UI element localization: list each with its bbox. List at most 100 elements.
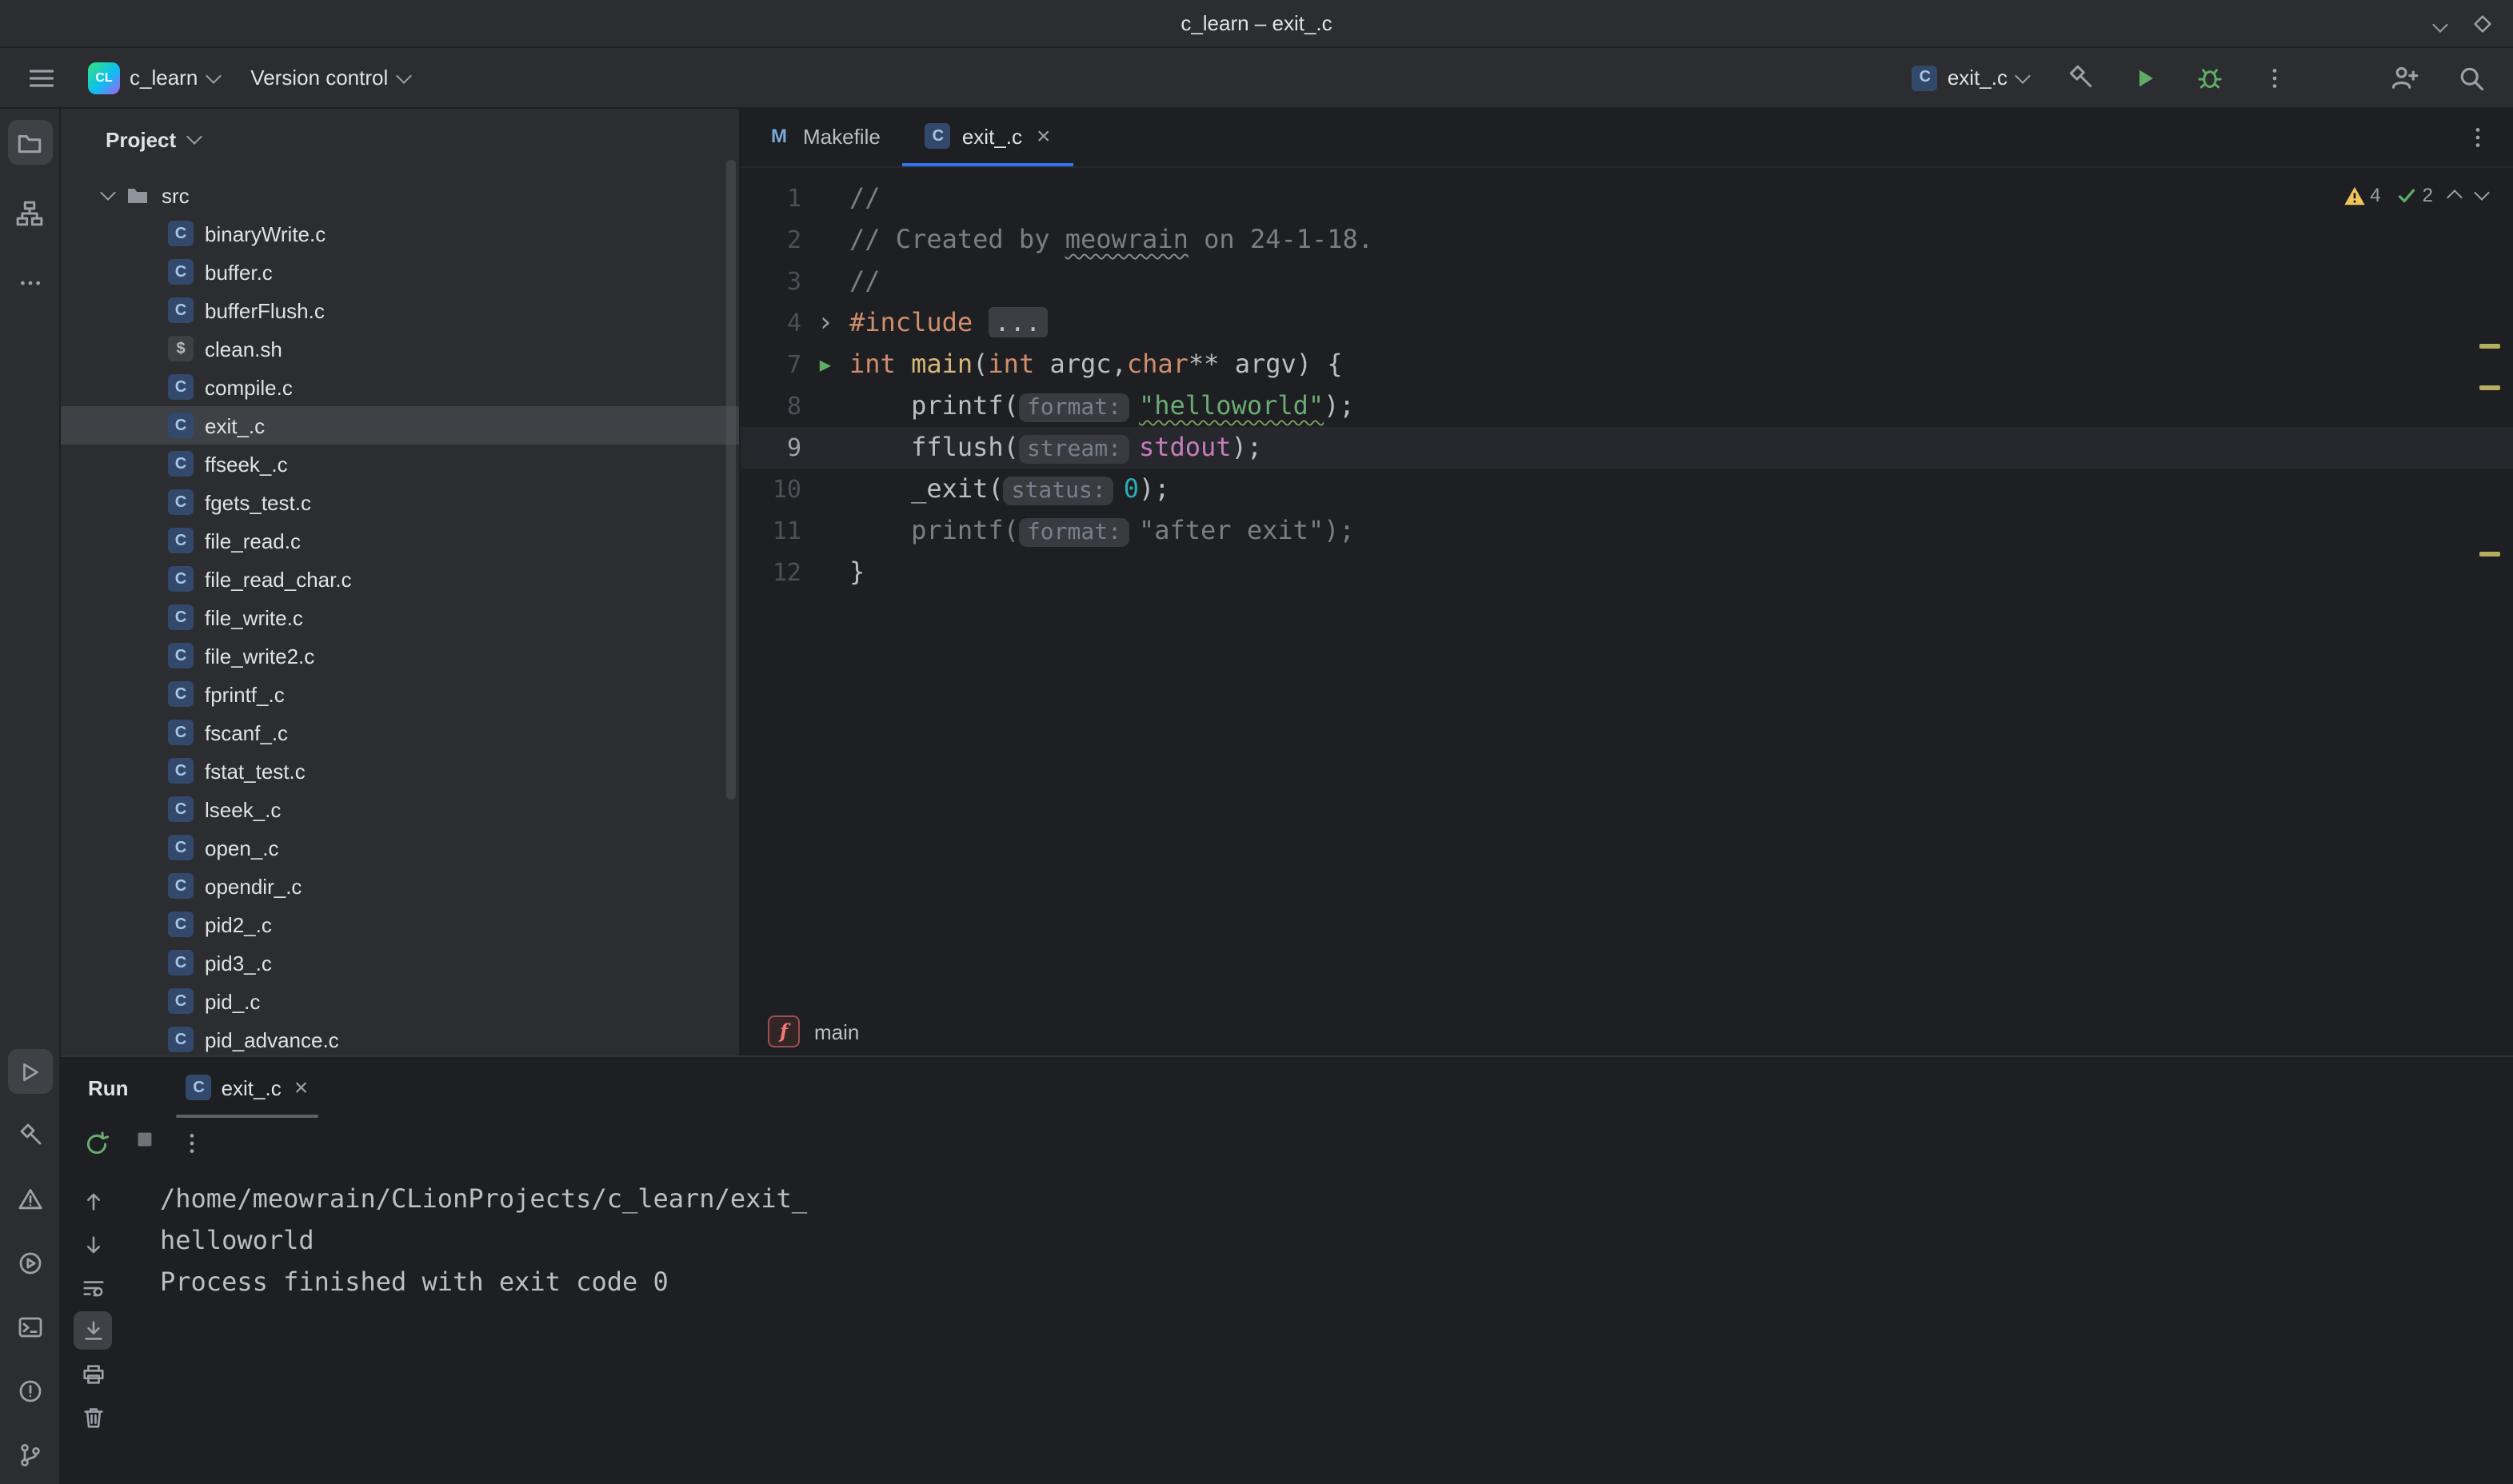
tab-makefile[interactable]: M Makefile: [744, 109, 903, 166]
tree-item-fprintf_.c[interactable]: Cfprintf_.c: [61, 675, 739, 713]
line-number[interactable]: 2: [741, 219, 801, 261]
debug-button[interactable]: [2188, 58, 2231, 98]
tree-item-compile.c[interactable]: Ccompile.c: [61, 368, 739, 406]
code-line-1[interactable]: 1//: [741, 178, 2513, 219]
line-number[interactable]: 7: [741, 344, 801, 385]
tree-item-exit_.c[interactable]: Cexit_.c: [61, 406, 739, 445]
tree-item-pid2_.c[interactable]: Cpid2_.c: [61, 905, 739, 943]
tree-item-fgets_test.c[interactable]: Cfgets_test.c: [61, 483, 739, 521]
run-button[interactable]: [2124, 58, 2166, 97]
version-control-toolwindow-button[interactable]: [7, 1433, 52, 1478]
notifications-toolwindow-button[interactable]: [7, 1369, 52, 1414]
warning-stripe-mark[interactable]: [2479, 344, 2500, 349]
window-diamond-icon[interactable]: [2471, 12, 2494, 34]
line-number[interactable]: 3: [741, 261, 801, 302]
line-number[interactable]: 12: [741, 552, 801, 593]
tree-item-fstat_test.c[interactable]: Cfstat_test.c: [61, 752, 739, 790]
editor-tabbar: M Makefile C exit_.c ×: [741, 109, 2513, 168]
tree-item-file_read.c[interactable]: Cfile_read.c: [61, 521, 739, 560]
project-scrollbar[interactable]: [726, 160, 736, 800]
tree-item-pid_.c[interactable]: Cpid_.c: [61, 982, 739, 1020]
tab-options-button[interactable]: [2465, 109, 2513, 166]
line-number[interactable]: 8: [741, 385, 801, 427]
code-line-8[interactable]: 8 printf(format:"helloworld");: [741, 385, 2513, 427]
structure-toolwindow-button[interactable]: [7, 190, 52, 235]
soft-wrap-button[interactable]: [74, 1268, 112, 1306]
code-line-7[interactable]: 7▶int main(int argc,char** argv) {: [741, 344, 2513, 385]
project-tree: src CbinaryWrite.cCbuffer.cCbufferFlush.…: [61, 170, 739, 1055]
line-number[interactable]: 1: [741, 178, 801, 219]
close-tab-icon[interactable]: ×: [1037, 124, 1051, 148]
line-number[interactable]: 9: [741, 427, 801, 469]
previous-issue-icon[interactable]: [2447, 189, 2463, 205]
main-menu-button[interactable]: [19, 57, 64, 98]
tree-item-fscanf_.c[interactable]: Cfscanf_.c: [61, 713, 739, 752]
terminal-toolwindow-button[interactable]: [7, 1305, 52, 1350]
rerun-button[interactable]: [83, 1130, 110, 1157]
project-panel-header[interactable]: Project: [61, 109, 739, 170]
code-line-3[interactable]: 3//: [741, 261, 2513, 302]
code-with-me-button[interactable]: [2382, 57, 2427, 98]
run-more-options-button[interactable]: [179, 1131, 205, 1156]
tree-item-src[interactable]: src: [61, 176, 739, 214]
inspection-warnings[interactable]: 4: [2343, 184, 2380, 206]
more-actions-button[interactable]: [2254, 58, 2295, 97]
tree-item-file_write2.c[interactable]: Cfile_write2.c: [61, 636, 739, 675]
tree-item-buffer.c[interactable]: Cbuffer.c: [61, 253, 739, 291]
warning-count: 4: [2370, 184, 2380, 206]
expand-chevron-icon[interactable]: [100, 185, 116, 201]
scroll-down-button[interactable]: [74, 1225, 112, 1263]
tree-item-file_write.c[interactable]: Cfile_write.c: [61, 598, 739, 636]
tree-item-ffseek_.c[interactable]: Cffseek_.c: [61, 445, 739, 483]
window-chevron-icon[interactable]: [2435, 9, 2446, 38]
line-number[interactable]: 10: [741, 469, 801, 510]
code-line-4[interactable]: 4›#include ...: [741, 302, 2513, 344]
tab-exit-c[interactable]: C exit_.c ×: [903, 109, 1073, 166]
tree-item-pid3_.c[interactable]: Cpid3_.c: [61, 943, 739, 982]
tree-item-pid_advance.c[interactable]: Cpid_advance.c: [61, 1020, 739, 1055]
print-button[interactable]: [74, 1354, 112, 1393]
project-toolwindow-button[interactable]: [7, 120, 52, 165]
breadcrumb[interactable]: main: [814, 1019, 859, 1043]
project-widget-button[interactable]: CL c_learn: [80, 55, 226, 100]
tree-item-binaryWrite.c[interactable]: CbinaryWrite.c: [61, 214, 739, 253]
code-line-2[interactable]: 2// Created by meowrain on 24-1-18.: [741, 219, 2513, 261]
code-editor[interactable]: 1//2// Created by meowrain on 24-1-18.3/…: [741, 168, 2513, 1007]
more-toolwindows-button[interactable]: [7, 261, 52, 305]
code-line-10[interactable]: 10 _exit(status:0);: [741, 469, 2513, 510]
code-line-12[interactable]: 12}: [741, 552, 2513, 593]
scroll-to-end-button[interactable]: [74, 1311, 112, 1350]
tree-item-clean.sh[interactable]: $clean.sh: [61, 329, 739, 368]
scroll-up-button[interactable]: [74, 1182, 112, 1220]
services-toolwindow-button[interactable]: [7, 1241, 52, 1286]
tree-item-bufferFlush.c[interactable]: CbufferFlush.c: [61, 291, 739, 329]
tree-item-file_read_char.c[interactable]: Cfile_read_char.c: [61, 560, 739, 598]
fold-chevron-icon[interactable]: ›: [801, 302, 849, 344]
run-configuration-selector[interactable]: C exit_.c: [1904, 58, 2036, 97]
tree-item-lseek_.c[interactable]: Clseek_.c: [61, 790, 739, 828]
warning-stripe-mark[interactable]: [2479, 385, 2500, 390]
build-button[interactable]: [2059, 58, 2102, 98]
code-line-11[interactable]: 11 printf(format:"after exit");: [741, 510, 2513, 552]
line-number[interactable]: 11: [741, 510, 801, 552]
problems-toolwindow-button[interactable]: [7, 1177, 52, 1222]
vcs-widget-button[interactable]: Version control: [242, 59, 417, 96]
clear-console-button[interactable]: [74, 1398, 112, 1436]
code-line-9[interactable]: 9 fflush(stream:stdout);: [741, 427, 2513, 469]
inspection-passed[interactable]: 2: [2397, 184, 2433, 206]
line-number[interactable]: 4: [741, 302, 801, 344]
close-tab-icon[interactable]: ×: [294, 1075, 309, 1099]
warning-stripe-mark[interactable]: [2479, 552, 2500, 556]
inspections-widget[interactable]: 4 2: [2343, 184, 2487, 206]
tree-item-open_.c[interactable]: Copen_.c: [61, 828, 739, 867]
next-issue-icon[interactable]: [2474, 185, 2490, 201]
run-gutter-icon[interactable]: ▶: [801, 344, 849, 385]
run-toolwindow-button[interactable]: [7, 1049, 52, 1094]
stop-button[interactable]: [133, 1127, 157, 1159]
build-toolwindow-button[interactable]: [7, 1113, 52, 1158]
console-lines[interactable]: /home/meowrain/CLionProjects/c_learn/exi…: [160, 1179, 807, 1303]
run-tab-exit-c[interactable]: C exit_.c ×: [170, 1057, 325, 1118]
search-everywhere-button[interactable]: [2449, 57, 2494, 98]
tree-item-opendir_.c[interactable]: Copendir_.c: [61, 867, 739, 905]
chevron-down-icon: [395, 67, 411, 83]
